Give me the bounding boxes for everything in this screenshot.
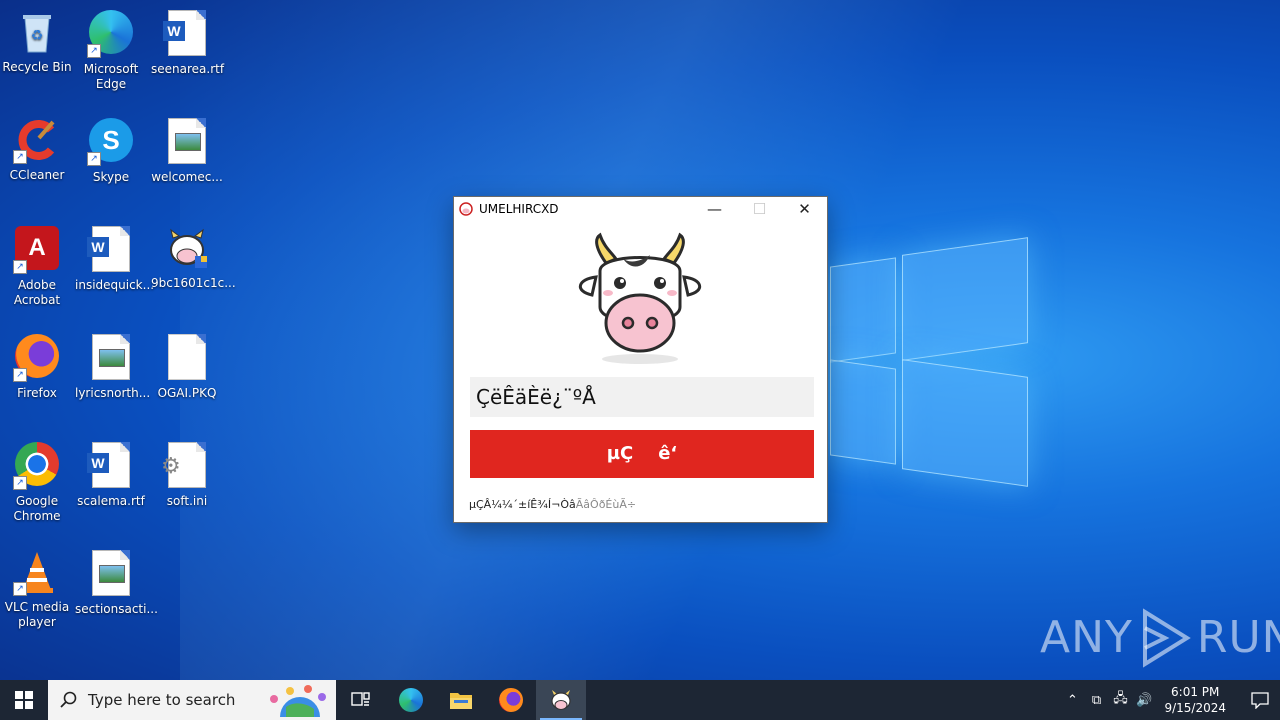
svg-text:♻: ♻ [31, 28, 44, 44]
chevron-up-icon[interactable]: ⌃ [1060, 680, 1084, 720]
image-file-icon [92, 550, 130, 596]
icon-label: lyricsnorth... [75, 386, 151, 400]
clock-date: 9/15/2024 [1164, 701, 1226, 715]
desktop-icon-soft-ini[interactable]: ⚙ soft.ini [151, 440, 223, 509]
anyrun-watermark: ANY RUN [1040, 608, 1280, 668]
desktop-icon-skype[interactable]: S ↗ Skype [75, 116, 147, 185]
desktop-icon-chrome[interactable]: ↗ Google Chrome [1, 440, 73, 524]
app-window[interactable]: UMELHIRCXD — ☐ ✕ µÇ ê‘ µÇÂ¼¼´±íÊ¾Í¬ÒâÃâÔ… [453, 196, 828, 523]
desktop-icon-sectionsacti[interactable]: sectionsacti... [75, 548, 158, 617]
settings-file-icon: ⚙ [161, 442, 206, 488]
clock-time: 6:01 PM [1171, 685, 1220, 699]
taskbar-search-box[interactable]: Type here to search [48, 680, 336, 720]
image-file-icon [168, 118, 206, 164]
footer-agreement-text: µÇÂ¼¼´±íÊ¾Í¬ÒâÃâÔðÉùÃ÷ [469, 498, 636, 511]
desktop-icon-edge[interactable]: ↗ Microsoft Edge [75, 8, 147, 92]
notification-icon [1251, 692, 1269, 709]
start-button[interactable] [0, 680, 48, 720]
system-tray: ⌃ ⧉ 🖧 🔊 6:01 PM 9/15/2024 [1060, 680, 1280, 720]
icon-label: Microsoft Edge [83, 62, 139, 91]
desktop-icon-scalema[interactable]: W scalema.rtf [75, 440, 147, 509]
desktop-icon-ccleaner[interactable]: ↗ CCleaner [1, 116, 73, 183]
windows-logo-wallpaper [830, 237, 1030, 487]
window-title: UMELHIRCXD [479, 202, 559, 216]
taskbar-firefox[interactable] [486, 680, 536, 720]
network-icon[interactable]: 🖧 [1108, 680, 1132, 720]
search-placeholder: Type here to search [88, 691, 236, 709]
icon-label: Google Chrome [13, 494, 61, 523]
desktop-icon-seenarea[interactable]: W seenarea.rtf [151, 8, 225, 77]
icon-label: Adobe Acrobat [13, 278, 61, 307]
icon-label: soft.ini [166, 494, 208, 508]
search-highlight-illustration [270, 685, 326, 717]
desktop-icon-welcomec[interactable]: welcomec... [151, 116, 223, 185]
icon-label: Recycle Bin [2, 60, 72, 74]
desktop-icon-9bc1601c1c[interactable]: 9bc1601c1c... [151, 224, 236, 291]
taskbar-edge[interactable] [386, 680, 436, 720]
word-document-icon: W [87, 226, 130, 272]
window-titlebar[interactable]: UMELHIRCXD — ☐ ✕ [454, 197, 827, 221]
icon-label: seenarea.rtf [151, 62, 225, 76]
cow-app-icon [170, 228, 207, 268]
icon-label: scalema.rtf [77, 494, 145, 508]
maximize-button: ☐ [752, 200, 767, 218]
desktop-icon-firefox[interactable]: ↗ Firefox [1, 332, 73, 401]
play-triangle-icon [1142, 608, 1191, 668]
icon-label: Skype [92, 170, 130, 184]
task-view-icon [351, 692, 370, 706]
word-document-icon: W [87, 442, 130, 488]
taskbar-file-explorer[interactable] [436, 680, 486, 720]
icon-label: insidequick... [75, 278, 155, 292]
desktop-icon-ogai[interactable]: OGAI.PKQ [151, 332, 223, 401]
close-button[interactable]: ✕ [782, 197, 827, 221]
icon-label: OGAI.PKQ [157, 386, 217, 400]
word-document-icon: W [163, 10, 206, 56]
desktop-icon-recycle-bin[interactable]: ♻ Recycle Bin [1, 8, 73, 75]
icon-label: VLC media player [4, 600, 70, 629]
desktop-icon-acrobat[interactable]: A ↗ Adobe Acrobat [1, 224, 73, 308]
cow-app-icon [459, 202, 473, 216]
search-icon [60, 691, 77, 708]
watermark-left-text: ANY [1040, 612, 1133, 663]
footer-main-text: µÇÂ¼¼´±íÊ¾Í¬Òâ [469, 498, 576, 511]
meet-now-icon[interactable]: ⧉ [1084, 680, 1108, 720]
firefox-icon [499, 688, 523, 712]
disclaimer-link[interactable]: ÃâÔðÉùÃ÷ [576, 498, 636, 511]
card-number-input[interactable] [470, 377, 814, 417]
folder-icon [450, 693, 472, 709]
task-view-button[interactable] [336, 680, 386, 720]
taskbar-cow-app[interactable] [536, 680, 586, 720]
login-button[interactable]: µÇ ê‘ [470, 430, 814, 478]
icon-label: CCleaner [9, 168, 65, 182]
desktop-icon-vlc[interactable]: ↗ VLC media player [1, 548, 73, 630]
image-file-icon [92, 334, 130, 380]
minimize-button[interactable]: — [692, 197, 737, 221]
cow-logo-image [579, 232, 701, 364]
icon-label: Firefox [17, 386, 57, 400]
icon-label: 9bc1601c1c... [151, 276, 236, 290]
cow-app-icon [551, 690, 571, 710]
watermark-right-text: RUN [1196, 612, 1280, 663]
windows-start-icon [15, 691, 33, 709]
icon-label: welcomec... [151, 170, 223, 184]
edge-icon [399, 688, 423, 712]
desktop-icon-lyricsnorth[interactable]: lyricsnorth... [75, 332, 151, 401]
blank-file-icon [168, 334, 206, 380]
taskbar: Type here to search ⌃ ⧉ 🖧 🔊 6:01 PM 9/15… [0, 680, 1280, 720]
volume-icon[interactable]: 🔊 [1132, 680, 1156, 720]
recycle-bin-icon: ♻ [23, 15, 51, 53]
icon-label: sectionsacti... [75, 602, 158, 616]
taskbar-clock[interactable]: 6:01 PM 9/15/2024 [1164, 684, 1226, 716]
desktop-icon-insidequick[interactable]: W insidequick... [75, 224, 155, 293]
notification-center-button[interactable] [1240, 680, 1280, 720]
